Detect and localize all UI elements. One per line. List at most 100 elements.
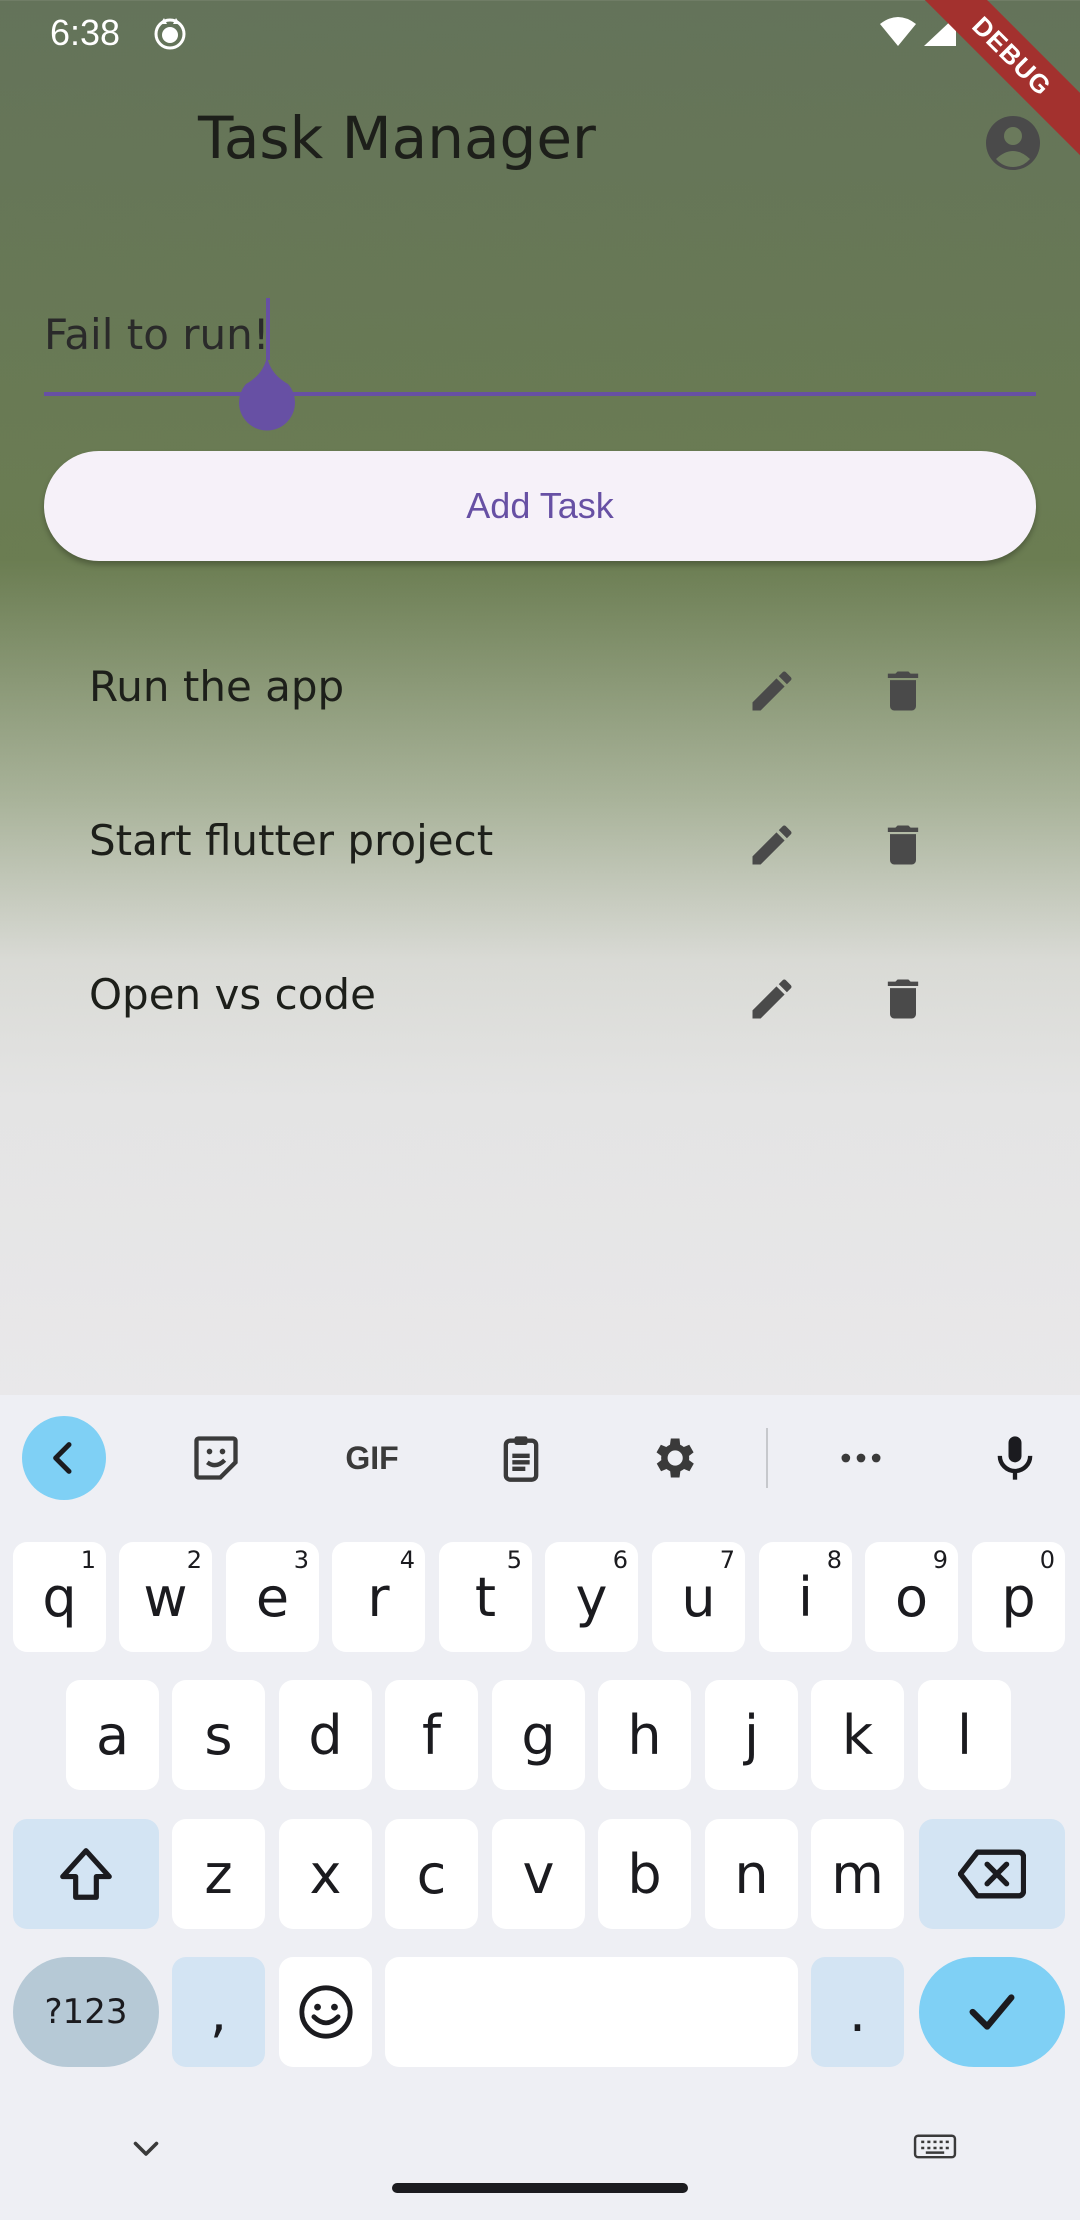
key-o-hint: 9	[932, 1546, 948, 1574]
edit-button[interactable]	[737, 810, 807, 880]
key-l[interactable]: l	[918, 1680, 1011, 1790]
toolbar-divider	[766, 1428, 768, 1488]
more-button[interactable]	[821, 1418, 901, 1498]
status-bar: 6:38	[0, 0, 1080, 66]
key-r-label: r	[367, 1565, 390, 1629]
task-label: Start flutter project	[89, 816, 494, 865]
key-q-label: q	[42, 1565, 77, 1629]
keyboard-switch-icon[interactable]	[912, 2130, 958, 2166]
period-key[interactable]: .	[811, 1957, 904, 2067]
gif-button[interactable]: GIF	[327, 1418, 417, 1498]
key-p-hint: 0	[1039, 1546, 1055, 1574]
key-s[interactable]: s	[172, 1680, 265, 1790]
key-y[interactable]: y6	[545, 1542, 638, 1652]
task-label: Run the app	[89, 662, 345, 711]
list-item: Run the app	[0, 616, 1080, 766]
clipboard-icon	[503, 1436, 539, 1482]
key-u[interactable]: u7	[652, 1542, 745, 1652]
list-item: Start flutter project	[0, 770, 1080, 920]
task-label: Open vs code	[89, 970, 376, 1019]
key-t-label: t	[474, 1565, 497, 1629]
gif-label: GIF	[345, 1439, 399, 1476]
key-t[interactable]: t5	[439, 1542, 532, 1652]
comma-key[interactable]: ,	[172, 1957, 265, 2067]
page-title: Task Manager	[198, 104, 596, 172]
key-x[interactable]: x	[279, 1819, 372, 1929]
toolbar-back-button[interactable]	[22, 1416, 106, 1500]
edit-button[interactable]	[737, 964, 807, 1034]
key-r[interactable]: r4	[332, 1542, 425, 1652]
key-t-hint: 5	[506, 1546, 522, 1574]
key-g[interactable]: g	[492, 1680, 585, 1790]
delete-button[interactable]	[868, 964, 938, 1034]
key-e-hint: 3	[293, 1546, 309, 1574]
key-w-label: w	[143, 1565, 188, 1629]
keyboard-toolbar: GIF	[0, 1395, 1080, 1519]
status-time: 6:38	[50, 12, 121, 53]
emoji-key[interactable]	[279, 1957, 372, 2067]
delete-button[interactable]	[868, 810, 938, 880]
key-a[interactable]: a	[66, 1680, 159, 1790]
key-z[interactable]: z	[172, 1819, 265, 1929]
enter-key[interactable]	[919, 1957, 1065, 2067]
backspace-icon	[958, 1849, 1026, 1899]
cursor-handle[interactable]	[232, 356, 302, 436]
backspace-key[interactable]	[919, 1819, 1065, 1929]
key-q[interactable]: q1	[13, 1542, 106, 1652]
keyboard-bottom-bar	[0, 2090, 1080, 2220]
account-icon[interactable]	[985, 115, 1041, 171]
key-p[interactable]: p0	[972, 1542, 1065, 1652]
wifi-icon	[880, 17, 916, 46]
key-y-hint: 6	[612, 1546, 628, 1574]
key-h[interactable]: h	[598, 1680, 691, 1790]
soft-keyboard: GIF q1 w2 e3 r4 t5 y6 u7 i8 o9 p0 a s d …	[0, 1395, 1080, 2220]
delete-button[interactable]	[868, 656, 938, 726]
notification-cat-icon	[154, 18, 186, 50]
chevron-down-icon[interactable]	[128, 2130, 164, 2166]
trash-icon	[887, 671, 919, 711]
key-e[interactable]: e3	[226, 1542, 319, 1652]
task-input[interactable]: Fail to run!	[44, 290, 1036, 431]
symbols-key[interactable]: ?123	[13, 1957, 159, 2067]
shift-icon	[60, 1848, 112, 1900]
pencil-icon	[752, 979, 792, 1019]
key-f[interactable]: f	[385, 1680, 478, 1790]
key-r-hint: 4	[399, 1546, 415, 1574]
key-e-label: e	[255, 1565, 290, 1629]
key-o-label: o	[894, 1565, 929, 1629]
key-u-hint: 7	[719, 1546, 735, 1574]
shift-key[interactable]	[13, 1819, 159, 1929]
voice-input-button[interactable]	[975, 1418, 1055, 1498]
edit-button[interactable]	[737, 656, 807, 726]
key-o[interactable]: o9	[865, 1542, 958, 1652]
key-m[interactable]: m	[811, 1819, 904, 1929]
settings-button[interactable]	[633, 1418, 713, 1498]
key-k[interactable]: k	[811, 1680, 904, 1790]
key-d[interactable]: d	[279, 1680, 372, 1790]
add-task-button[interactable]: Add Task	[44, 451, 1036, 561]
clipboard-button[interactable]	[481, 1418, 561, 1498]
more-horizontal-icon	[841, 1453, 881, 1463]
key-j[interactable]: j	[705, 1680, 798, 1790]
input-underline	[44, 392, 1036, 396]
trash-icon	[887, 979, 919, 1019]
space-key[interactable]	[385, 1957, 798, 2067]
home-indicator[interactable]	[392, 2183, 688, 2193]
sticker-button[interactable]	[176, 1418, 256, 1498]
key-n[interactable]: n	[705, 1819, 798, 1929]
key-b[interactable]: b	[598, 1819, 691, 1929]
key-v[interactable]: v	[492, 1819, 585, 1929]
pencil-icon	[752, 671, 792, 711]
key-i[interactable]: i8	[759, 1542, 852, 1652]
key-i-hint: 8	[826, 1546, 842, 1574]
gear-icon	[656, 1438, 694, 1478]
trash-icon	[887, 825, 919, 865]
key-u-label: u	[681, 1565, 716, 1629]
key-p-label: p	[1001, 1565, 1036, 1629]
sticker-icon	[194, 1436, 238, 1480]
emoji-icon	[298, 1985, 353, 2039]
pencil-icon	[752, 825, 792, 865]
microphone-icon	[997, 1436, 1033, 1480]
key-w[interactable]: w2	[119, 1542, 212, 1652]
key-c[interactable]: c	[385, 1819, 478, 1929]
